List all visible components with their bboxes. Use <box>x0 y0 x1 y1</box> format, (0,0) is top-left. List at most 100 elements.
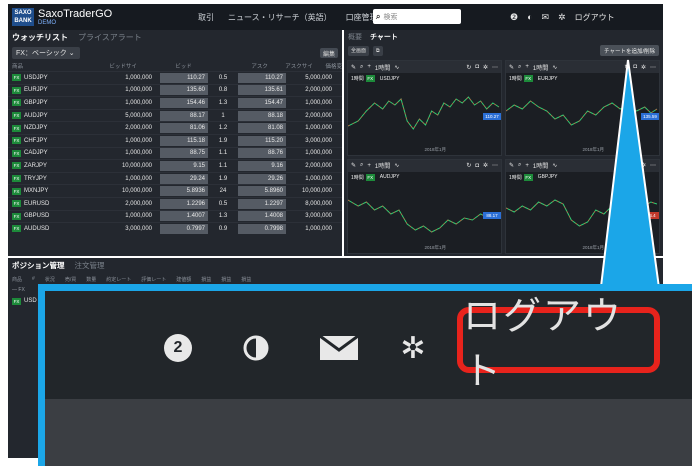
col-ask-size[interactable]: アスクサイ <box>268 62 313 70</box>
logout-button[interactable]: ログアウト <box>463 291 654 395</box>
ask-price[interactable]: 88.18 <box>238 110 286 121</box>
refresh-icon[interactable]: ↻ <box>466 64 471 71</box>
refresh-icon[interactable]: ↻ <box>624 162 629 169</box>
add-icon[interactable]: + <box>367 163 371 169</box>
watchlist-dropdown[interactable]: FX：ベーシック ⌄ <box>12 47 80 59</box>
gear-icon[interactable]: ✲ <box>395 331 431 365</box>
watchlist-row[interactable]: FX GBPJPY 1,000,000 154.46 1.3 154.47 1,000,00… <box>8 96 342 109</box>
col-bid[interactable]: ビッド <box>145 62 192 70</box>
ask-price[interactable]: 0.7998 <box>238 223 286 234</box>
search-input[interactable]: ⌕ 検索 <box>373 9 461 24</box>
gear-icon[interactable]: ✲ <box>483 162 488 169</box>
nav-trade[interactable]: 取引 <box>198 12 214 23</box>
mail-icon[interactable] <box>317 331 361 365</box>
indicator-icon[interactable]: ∿ <box>552 162 557 169</box>
positions-col-header[interactable]: 損益 <box>201 276 211 283</box>
bid-price[interactable]: 0.7997 <box>160 223 208 234</box>
timeframe-select[interactable]: 1時間 <box>375 63 390 72</box>
camera-icon[interactable]: ◘ <box>633 163 637 169</box>
positions-col-header[interactable]: 約定レート <box>106 276 131 283</box>
bid-price[interactable]: 135.60 <box>160 85 208 96</box>
add-icon[interactable]: + <box>367 64 371 70</box>
search-icon[interactable]: ⌕ <box>360 162 363 169</box>
chart-usdjpy[interactable]: ✎ ⌕ + 1時間 ∿ ↻ ◘ ✲ ⋯ 1時間 FX USDJPY 110.27… <box>347 60 502 156</box>
ask-price[interactable]: 110.27 <box>238 72 286 83</box>
watchlist-row[interactable]: FX EURJPY 1,000,000 135.60 0.8 135.61 2,000,00… <box>8 83 342 97</box>
ask-price[interactable]: 5.8960 <box>238 186 286 197</box>
watchlist-row[interactable]: FX GBPUSD 1,000,000 1.4007 1.3 1.4008 3,000,00… <box>8 209 342 223</box>
col-bid-size[interactable]: ビッドサイ <box>51 62 145 70</box>
watchlist-row[interactable]: FX CADJPY 1,000,000 88.75 1.1 88.76 1,000,000 <box>8 146 342 160</box>
watchlist-row[interactable]: FX TRYJPY 1,000,000 29.24 1.9 29.26 1,000,000 <box>8 171 342 185</box>
ask-price[interactable]: 135.61 <box>238 85 286 96</box>
tab-chart[interactable]: チャート <box>370 32 398 42</box>
bid-price[interactable]: 110.27 <box>160 72 208 83</box>
search-icon[interactable]: ⌕ <box>518 162 521 169</box>
positions-col-header[interactable]: 状況 <box>45 276 55 283</box>
more-icon[interactable]: ⋯ <box>492 64 498 71</box>
positions-col-header[interactable]: 商品 <box>12 276 22 283</box>
indicator-icon[interactable]: ∿ <box>394 162 399 169</box>
bid-price[interactable]: 81.06 <box>160 123 208 134</box>
ask-price[interactable]: 1.4008 <box>238 211 286 222</box>
bid-price[interactable]: 154.46 <box>160 97 208 108</box>
help-icon[interactable]: ❷ <box>510 12 518 23</box>
tab-overview[interactable]: 概要 <box>348 32 362 42</box>
chart-eurjpy[interactable]: ✎ ⌕ + 1時間 ∿ ↻ ◘ ✲ ⋯ 1時間 FX EURJPY 135.59… <box>505 60 660 156</box>
add-icon[interactable]: + <box>525 163 529 169</box>
more-icon[interactable]: ⋯ <box>492 162 498 169</box>
bid-price[interactable]: 88.17 <box>160 110 208 121</box>
watchlist-row[interactable]: FX AUDUSD 3,000,000 0.7997 0.9 0.7998 1,000,00… <box>8 222 342 235</box>
chart-audjpy[interactable]: ✎ ⌕ + 1時間 ∿ ↻ ◘ ✲ ⋯ 1時間 FX AUDJPY 88.17 … <box>347 158 502 254</box>
draw-icon[interactable]: ✎ <box>351 64 356 71</box>
gear-icon[interactable]: ✲ <box>558 12 566 23</box>
positions-col-header[interactable]: 売/買 <box>65 276 76 283</box>
add-chart-button[interactable]: チャートを追加/削除 <box>600 45 659 56</box>
refresh-icon[interactable]: ↻ <box>624 64 629 71</box>
col-ask[interactable]: アスク <box>221 62 268 70</box>
indicator-icon[interactable]: ∿ <box>394 64 399 71</box>
timeframe-select[interactable]: 1時間 <box>533 161 548 170</box>
tab-price-alert[interactable]: プライスアラート <box>78 32 142 43</box>
popout-icon[interactable]: ⧉ <box>373 45 383 56</box>
nav-news-research[interactable]: ニュース・リサーチ（英語） <box>228 12 332 23</box>
bid-price[interactable]: 29.24 <box>160 173 208 184</box>
col-instrument[interactable]: 商品 <box>12 62 51 70</box>
indicator-icon[interactable]: ∿ <box>552 64 557 71</box>
bid-price[interactable]: 1.2296 <box>160 198 208 209</box>
col-change[interactable]: 価格変 <box>313 62 342 70</box>
more-icon[interactable]: ⋯ <box>650 64 656 71</box>
ask-price[interactable]: 29.26 <box>238 173 286 184</box>
draw-icon[interactable]: ✎ <box>509 64 514 71</box>
camera-icon[interactable]: ◘ <box>633 64 637 70</box>
timeframe-select[interactable]: 1時間 <box>533 63 548 72</box>
add-icon[interactable]: + <box>525 64 529 70</box>
ask-price[interactable]: 115.20 <box>238 135 286 146</box>
contrast-icon[interactable]: ◐ <box>527 12 532 22</box>
ask-price[interactable]: 81.08 <box>238 123 286 134</box>
positions-col-header[interactable]: 損益 <box>241 276 251 283</box>
positions-col-header[interactable]: 評価レート <box>141 276 166 283</box>
ask-price[interactable]: 88.76 <box>238 148 286 159</box>
logout-highlight[interactable]: ログアウト <box>457 294 660 393</box>
draw-icon[interactable]: ✎ <box>509 162 514 169</box>
search-icon[interactable]: ⌕ <box>518 64 521 71</box>
tab-orders[interactable]: 注文管理 <box>75 260 105 271</box>
fullscreen-button[interactable]: 全画面 <box>348 45 370 56</box>
refresh-icon[interactable]: ↻ <box>466 162 471 169</box>
draw-icon[interactable]: ✎ <box>351 162 356 169</box>
search-icon[interactable]: ⌕ <box>360 64 363 71</box>
positions-col-header[interactable]: # <box>32 276 35 282</box>
watchlist-row[interactable]: FX USDJPY 1,000,000 110.27 0.5 110.27 5,000,00… <box>8 71 342 84</box>
chart-gbpjpy[interactable]: ✎ ⌕ + 1時間 ∿ ↻ ◘ ✲ ⋯ 1時間 FX GBPJPY 154.4 … <box>505 158 660 254</box>
edit-button[interactable]: 編集 <box>320 48 338 58</box>
bid-price[interactable]: 115.18 <box>160 135 208 146</box>
ask-price[interactable]: 154.47 <box>238 97 286 108</box>
bid-price[interactable]: 5.8936 <box>160 186 208 197</box>
watchlist-row[interactable]: FX AUDJPY 5,000,000 88.17 1 88.18 2,000,000 <box>8 108 342 122</box>
tab-watchlist[interactable]: ウォッチリスト <box>12 32 68 43</box>
more-icon[interactable]: ⋯ <box>650 162 656 169</box>
tab-positions[interactable]: ポジション管理 <box>12 260 65 271</box>
watchlist-row[interactable]: FX EURUSD 2,000,000 1.2296 0.5 1.2297 8,000,00… <box>8 196 342 210</box>
ask-price[interactable]: 1.2297 <box>238 198 286 209</box>
